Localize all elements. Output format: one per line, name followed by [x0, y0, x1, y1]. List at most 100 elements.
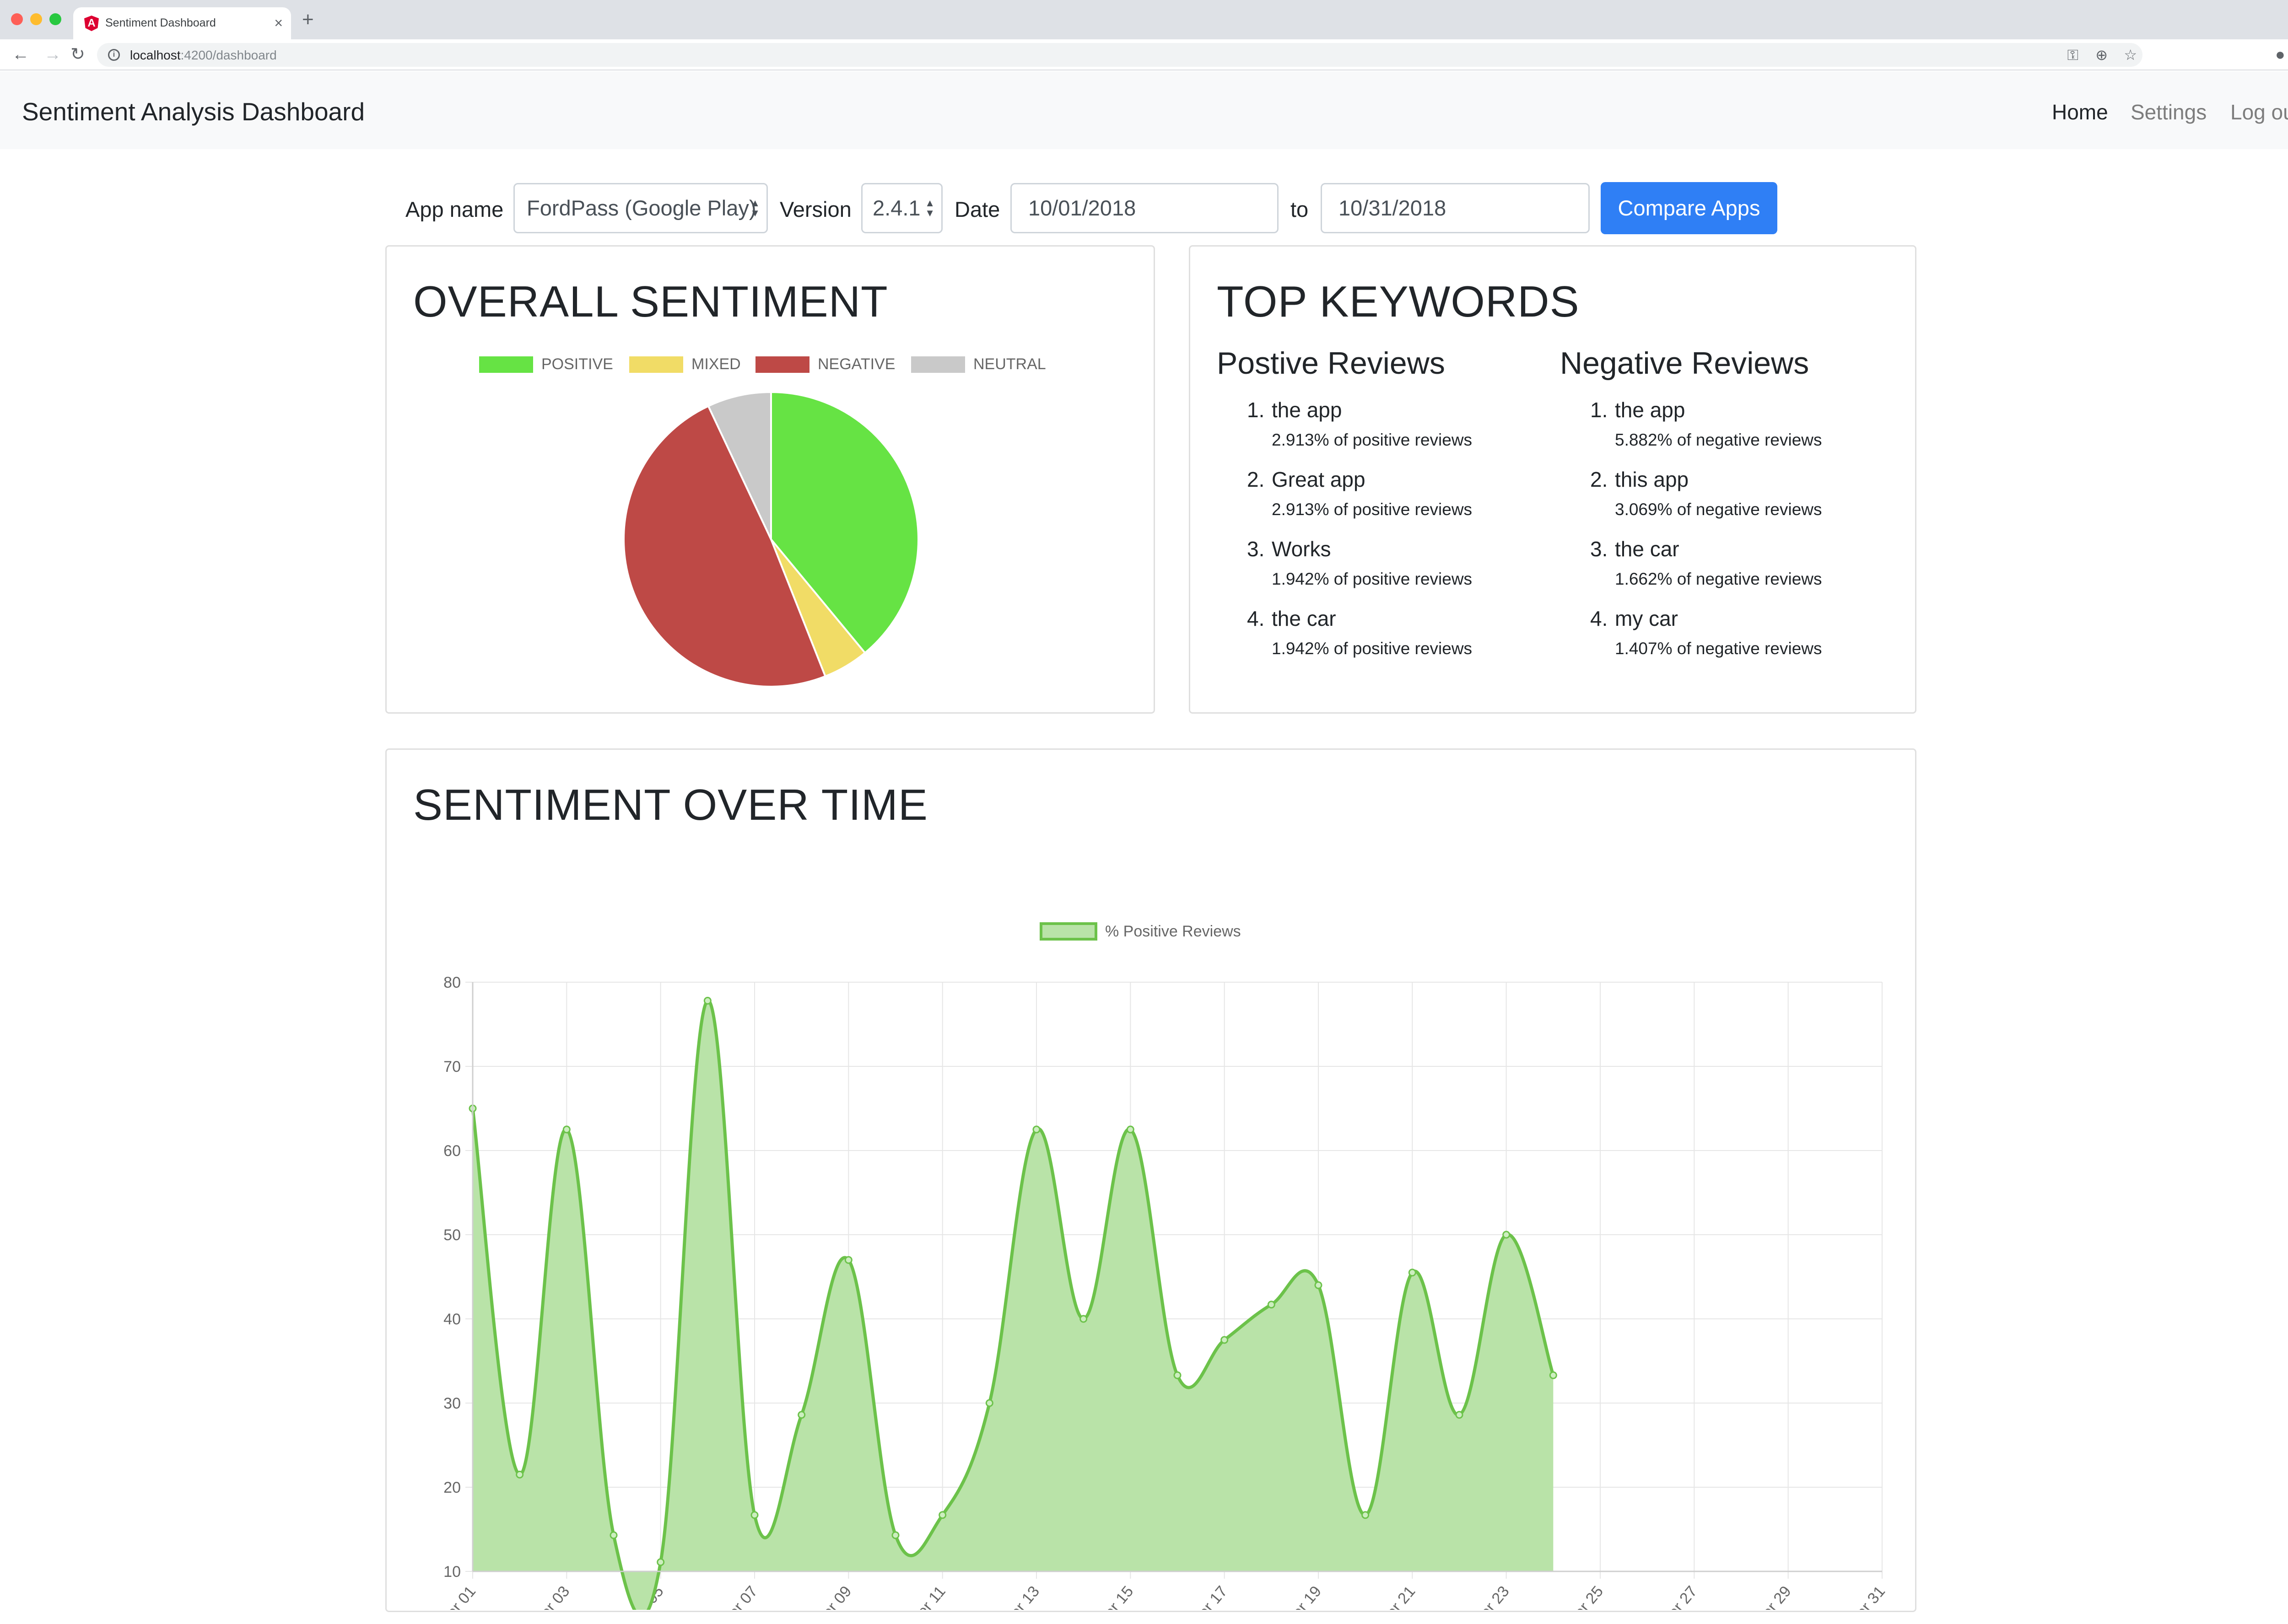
select-arrows-icon: ▲ ▼: [750, 197, 760, 219]
data-point[interactable]: [939, 1511, 947, 1519]
app-name-select[interactable]: FordPass (Google Play) ▲ ▼: [513, 183, 768, 233]
keyword-rank: 1.: [1590, 398, 1608, 422]
date-label: Date: [955, 197, 1000, 221]
browser-toolbar: ← → ↻ i localhost:4200/dashboard ⚿ ⊕ ☆ ●…: [0, 39, 2288, 70]
reload-icon[interactable]: ↻: [70, 43, 85, 66]
data-point[interactable]: [798, 1411, 806, 1419]
legend-label-series: % Positive Reviews: [1105, 923, 1241, 940]
bookmark-star-icon[interactable]: ☆: [2124, 46, 2137, 64]
data-point[interactable]: [1267, 1301, 1275, 1309]
address-bar[interactable]: i localhost:4200/dashboard ⚿ ⊕ ☆: [97, 43, 2142, 67]
x-tick-label: October 29: [1732, 1583, 1795, 1610]
key-icon[interactable]: ⚿: [2067, 46, 2078, 64]
keyword-text: Great app: [1272, 468, 1365, 491]
legend-swatch-positive: [479, 356, 533, 373]
x-tick-label: October 03: [510, 1583, 573, 1610]
keyword-rank: 2.: [1590, 468, 1608, 491]
data-point[interactable]: [891, 1531, 900, 1539]
version-label: Version: [780, 197, 852, 221]
keyword-percent: 1.942% of positive reviews: [1272, 639, 1473, 658]
y-tick-label: 50: [443, 1226, 461, 1244]
date-to-input[interactable]: 10/31/2018: [1321, 183, 1590, 233]
data-point[interactable]: [562, 1125, 571, 1134]
data-point[interactable]: [1361, 1511, 1370, 1519]
url-text: localhost:4200/dashboard: [130, 48, 277, 62]
tab-close-icon[interactable]: ×: [274, 14, 283, 32]
keyword-percent: 1.662% of negative reviews: [1615, 570, 1822, 588]
sentiment-over-time-card: SENTIMENT OVER TIME % Positive Reviews 10…: [385, 748, 1916, 1612]
nav-settings-link[interactable]: Settings: [2131, 100, 2207, 124]
x-tick-label: October 17: [1168, 1583, 1231, 1610]
x-tick-label: October 15: [1074, 1583, 1137, 1610]
legend-label-negative: NEGATIVE: [818, 355, 896, 373]
forward-icon[interactable]: →: [44, 43, 61, 66]
keyword-percent: 1.407% of negative reviews: [1615, 639, 1822, 658]
data-point[interactable]: [1314, 1281, 1322, 1289]
keyword-rank: 4.: [1590, 607, 1608, 630]
select-arrows-icon: ▲ ▼: [925, 197, 935, 219]
chart-legend-item[interactable]: % Positive Reviews: [1040, 922, 1241, 941]
data-point[interactable]: [1032, 1125, 1041, 1134]
keyword-text: Works: [1272, 537, 1331, 561]
x-tick-label: October 23: [1450, 1583, 1513, 1610]
new-tab-icon[interactable]: +: [302, 8, 314, 31]
keyword-text: the app: [1615, 398, 1685, 422]
app-name-value: FordPass (Google Play): [527, 196, 756, 220]
keyword-percent: 5.882% of negative reviews: [1615, 430, 1822, 449]
top-keywords-title: TOP KEYWORDS: [1217, 277, 1580, 326]
date-to-value: 10/31/2018: [1338, 196, 1446, 220]
data-point[interactable]: [750, 1511, 759, 1519]
x-tick-label: October 01: [416, 1583, 479, 1610]
browser-tab[interactable]: A Sentiment Dashboard ×: [73, 7, 291, 39]
data-point[interactable]: [1173, 1371, 1182, 1379]
nav-home-link[interactable]: Home: [2052, 100, 2108, 124]
window-close-button[interactable]: [11, 13, 23, 25]
zoom-icon[interactable]: ⊕: [2095, 46, 2108, 64]
profile-icon[interactable]: ●: [2275, 44, 2285, 65]
data-point[interactable]: [657, 1558, 665, 1566]
data-point[interactable]: [1408, 1269, 1416, 1277]
x-tick-label: October 19: [1262, 1583, 1325, 1610]
y-tick-label: 60: [443, 1142, 461, 1160]
legend-label-positive: POSITIVE: [541, 355, 613, 373]
version-select[interactable]: 2.4.1 ▲ ▼: [861, 183, 943, 233]
keyword-rank: 1.: [1247, 398, 1265, 422]
keyword-text: this app: [1615, 468, 1689, 491]
site-info-icon[interactable]: i: [108, 49, 120, 61]
app-brand[interactable]: Sentiment Analysis Dashboard: [22, 97, 365, 126]
nav-logout-link[interactable]: Log out: [2230, 100, 2288, 124]
keyword-percent: 1.942% of positive reviews: [1272, 570, 1473, 588]
data-point[interactable]: [1079, 1315, 1088, 1323]
sentiment-pie-chart: [623, 391, 919, 688]
window-zoom-button[interactable]: [49, 13, 61, 25]
data-point[interactable]: [985, 1399, 993, 1407]
window-minimize-button[interactable]: [30, 13, 42, 25]
data-point[interactable]: [610, 1531, 618, 1539]
data-point[interactable]: [516, 1470, 524, 1479]
data-point[interactable]: [1220, 1336, 1229, 1344]
legend-swatch-mixed: [629, 356, 683, 373]
keyword-rank: 2.: [1247, 468, 1265, 491]
keyword-percent: 3.069% of negative reviews: [1615, 500, 1822, 519]
overall-sentiment-card: OVERALL SENTIMENT POSITIVE MIXED NEGATIV…: [385, 245, 1155, 714]
data-point[interactable]: [1126, 1125, 1134, 1134]
data-point[interactable]: [1502, 1231, 1511, 1239]
y-tick-label: 40: [443, 1311, 461, 1328]
top-keywords-card: TOP KEYWORDS Postive Reviews Negative Re…: [1189, 245, 1916, 714]
x-tick-label: October 27: [1638, 1583, 1700, 1610]
app-navbar: Sentiment Analysis Dashboard Home Settin…: [0, 71, 2288, 149]
data-point[interactable]: [1549, 1371, 1557, 1379]
compare-apps-button[interactable]: Compare Apps: [1601, 182, 1777, 234]
sentiment-over-time-title: SENTIMENT OVER TIME: [413, 780, 928, 829]
data-point[interactable]: [1455, 1411, 1463, 1419]
data-point[interactable]: [703, 996, 712, 1005]
app-name-label: App name: [405, 197, 504, 221]
negative-reviews-heading: Negative Reviews: [1560, 346, 1809, 381]
y-tick-label: 20: [443, 1479, 461, 1496]
overall-sentiment-title: OVERALL SENTIMENT: [413, 277, 888, 326]
date-from-input[interactable]: 10/01/2018: [1010, 183, 1279, 233]
back-icon[interactable]: ←: [12, 43, 29, 66]
x-tick-label: October 09: [792, 1583, 855, 1610]
keyword-percent: 2.913% of positive reviews: [1272, 430, 1473, 449]
data-point[interactable]: [844, 1256, 853, 1264]
